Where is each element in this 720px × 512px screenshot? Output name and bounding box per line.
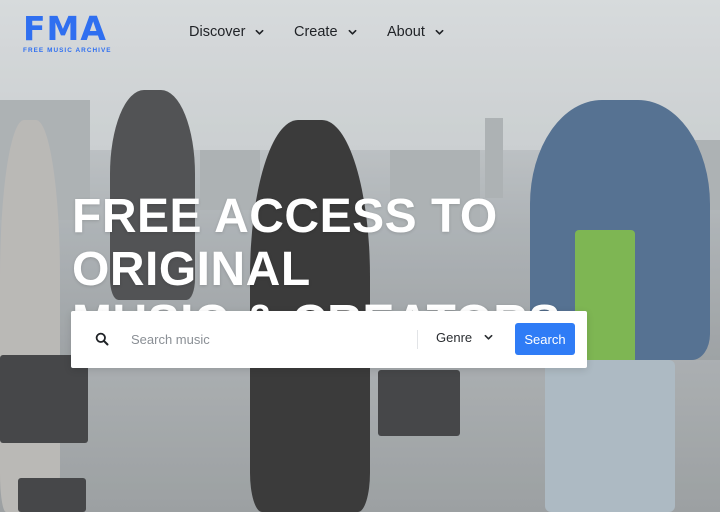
search-bar: Genre Search [71, 311, 587, 368]
fma-logo[interactable]: FMA FREE MUSIC ARCHIVE [23, 12, 112, 54]
chevron-down-icon [348, 29, 356, 35]
genre-dropdown-label: Genre [436, 330, 473, 345]
site-header: FMA FREE MUSIC ARCHIVE Discover Create A… [0, 0, 720, 68]
chevron-down-icon [484, 334, 493, 340]
hero-title-line-1: FREE ACCESS TO ORIGINAL [72, 190, 498, 296]
nav-create[interactable]: Create [294, 24, 357, 40]
genre-dropdown[interactable]: Genre [436, 330, 493, 345]
search-divider [417, 330, 418, 349]
nav-about-label: About [387, 24, 425, 40]
logo-mark: FMA [23, 9, 107, 48]
nav-create-label: Create [294, 24, 338, 40]
chevron-down-icon [255, 29, 264, 35]
nav-discover[interactable]: Discover [189, 24, 264, 40]
search-input[interactable] [131, 327, 461, 352]
logo-tagline: FREE MUSIC ARCHIVE [23, 47, 112, 54]
nav-about[interactable]: About [387, 24, 444, 40]
search-icon[interactable] [95, 332, 109, 346]
search-button[interactable]: Search [515, 323, 575, 355]
chevron-down-icon [435, 29, 444, 35]
nav-discover-label: Discover [189, 24, 246, 40]
